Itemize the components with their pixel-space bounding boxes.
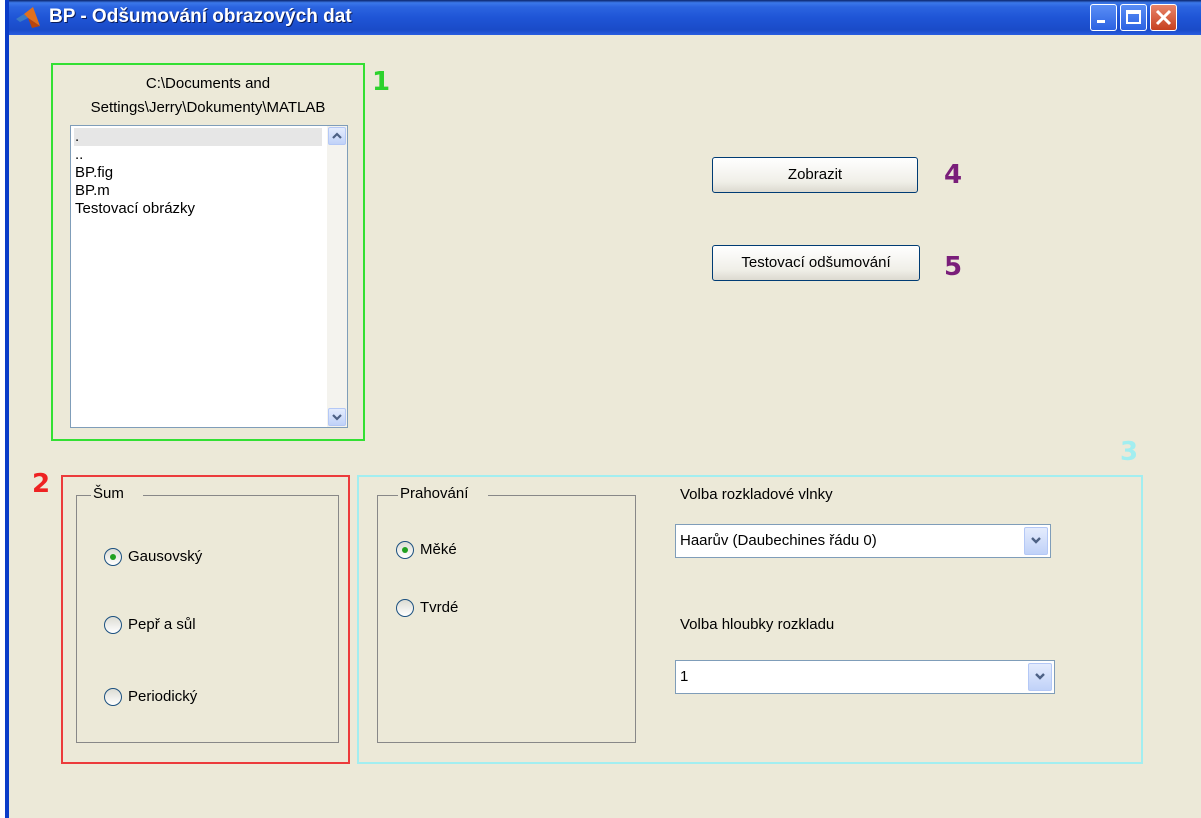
- radio-tvrde[interactable]: Tvrdé: [396, 598, 536, 620]
- title-bar[interactable]: BP - Odšumování obrazových dat: [9, 0, 1201, 35]
- chevron-down-icon: [332, 414, 342, 421]
- listbox-scrollbar[interactable]: [327, 126, 347, 427]
- depth-select[interactable]: 1: [675, 660, 1055, 694]
- window-title: BP - Odšumování obrazových dat: [49, 6, 352, 27]
- radio-periodicky[interactable]: Periodický: [104, 687, 264, 709]
- test-denoise-button[interactable]: Testovací odšumování: [712, 245, 920, 281]
- zobrazit-button[interactable]: Zobrazit: [712, 157, 918, 193]
- radio-circle: [104, 548, 122, 566]
- annotation-3: 3: [1120, 437, 1139, 467]
- maximize-button[interactable]: [1120, 4, 1147, 31]
- scroll-up-button[interactable]: [328, 127, 346, 145]
- file-listbox[interactable]: . .. BP.fig BP.m Testovací obrázky: [70, 125, 348, 428]
- close-button[interactable]: [1150, 4, 1177, 31]
- depth-label: Volba hloubky rozkladu: [680, 616, 835, 633]
- radio-label: Gausovský: [128, 548, 203, 565]
- radio-circle: [104, 616, 122, 634]
- minimize-icon: [1097, 20, 1105, 23]
- file-list: . .. BP.fig BP.m Testovací obrázky: [74, 128, 322, 218]
- chevron-up-icon: [332, 132, 342, 139]
- chevron-down-icon: [1035, 673, 1045, 680]
- group-border: [378, 495, 398, 496]
- minimize-button[interactable]: [1090, 4, 1117, 31]
- radio-meke[interactable]: Měké: [396, 540, 536, 562]
- list-item[interactable]: .: [74, 128, 322, 146]
- annotation-1: 1: [372, 67, 391, 97]
- list-item[interactable]: ..: [74, 146, 322, 164]
- radio-dot: [402, 547, 408, 553]
- radio-circle: [396, 599, 414, 617]
- depth-value: 1: [680, 668, 689, 685]
- list-item[interactable]: Testovací obrázky: [74, 200, 322, 218]
- noise-group-title: Šum: [92, 485, 125, 502]
- maximize-icon: [1126, 10, 1141, 24]
- matlab-logo-icon: [16, 7, 40, 28]
- group-border: [143, 495, 338, 496]
- depth-dropdown-button[interactable]: [1028, 663, 1052, 691]
- radio-gausovsky[interactable]: Gausovský: [104, 547, 264, 569]
- radio-label: Tvrdé: [420, 599, 459, 616]
- threshold-group-title: Prahování: [399, 485, 470, 502]
- wavelet-select[interactable]: Haarův (Daubechines řádu 0): [675, 524, 1051, 558]
- radio-dot: [110, 554, 116, 560]
- path-line-2: Settings\Jerry\Dokumenty\MATLAB: [90, 99, 326, 116]
- close-icon: [1155, 9, 1172, 26]
- path-line-1: C:\Documents and: [145, 75, 271, 92]
- annotation-2: 2: [32, 469, 51, 499]
- radio-label: Pepř a sůl: [128, 616, 196, 633]
- chevron-down-icon: [1031, 537, 1041, 544]
- annotation-4: 4: [944, 160, 963, 190]
- wavelet-dropdown-button[interactable]: [1024, 527, 1048, 555]
- list-item[interactable]: BP.m: [74, 182, 322, 200]
- radio-pepr-a-sul[interactable]: Pepř a sůl: [104, 615, 264, 637]
- scroll-down-button[interactable]: [328, 408, 346, 426]
- radio-circle: [396, 541, 414, 559]
- radio-label: Měké: [420, 541, 457, 558]
- wavelet-value: Haarův (Daubechines řádu 0): [680, 532, 877, 549]
- wavelet-label: Volba rozkladové vlnky: [680, 486, 833, 503]
- radio-label: Periodický: [128, 688, 198, 705]
- list-item[interactable]: BP.fig: [74, 164, 322, 182]
- group-border: [77, 495, 91, 496]
- group-border: [488, 495, 635, 496]
- current-path: C:\Documents and Settings\Jerry\Dokument…: [53, 72, 363, 120]
- radio-circle: [104, 688, 122, 706]
- annotation-5: 5: [944, 252, 963, 282]
